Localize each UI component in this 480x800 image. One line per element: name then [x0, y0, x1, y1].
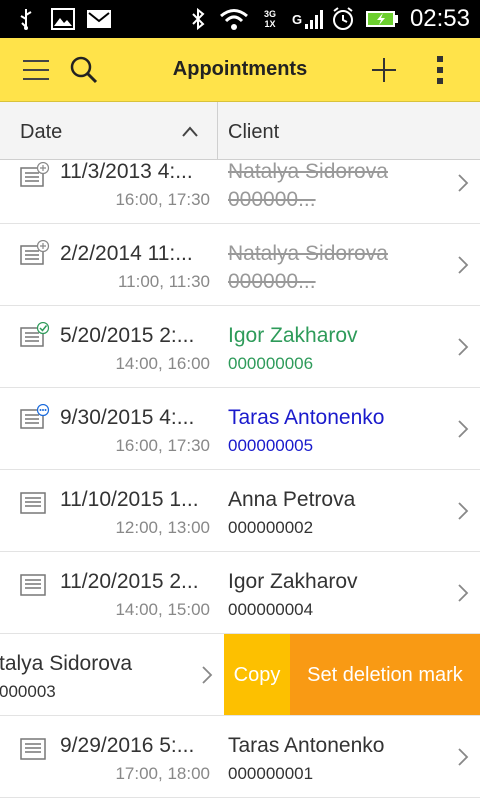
- document-add-icon: [20, 162, 50, 187]
- alarm-icon: [330, 6, 356, 32]
- list-item[interactable]: 2/2/2014 11:... 11:00, 11:30 Natalya Sid…: [0, 224, 480, 306]
- app-toolbar: Appointments: [0, 38, 480, 102]
- appointment-date: 11/20/2015 2...: [60, 570, 199, 593]
- client-number: 000000...: [228, 270, 316, 293]
- add-button[interactable]: [360, 46, 408, 94]
- client-number: 000000001: [228, 764, 314, 783]
- wifi-icon: [218, 6, 250, 32]
- list-item[interactable]: 9/29/2016 5:... 17:00, 18:00 Taras Anton…: [0, 716, 480, 798]
- appointment-time: 16:00, 17:30: [115, 190, 210, 209]
- status-bar: 3G 1X G 02:53: [0, 0, 480, 38]
- search-button[interactable]: [60, 46, 108, 94]
- set-deletion-mark-button[interactable]: Set deletion mark: [290, 634, 480, 715]
- chevron-right-icon: [458, 502, 469, 520]
- appointment-date: 9/29/2016 5:...: [60, 734, 195, 757]
- appointment-time: 16:00, 17:30: [115, 436, 210, 455]
- appointment-date: 9/30/2015 4:...: [60, 406, 195, 429]
- g-label: G: [291, 11, 303, 27]
- copy-button[interactable]: Copy: [224, 634, 290, 715]
- appointments-list: 11/3/2013 4:... 16:00, 17:30 Natalya Sid…: [0, 160, 480, 800]
- client-number: 000000005: [228, 436, 314, 455]
- client-name: Igor Zakharov: [228, 570, 358, 593]
- list-item[interactable]: 11/10/2015 1... 12:00, 13:00 Anna Petrov…: [0, 470, 480, 552]
- document-icon: [20, 492, 46, 514]
- list-item[interactable]: 5/20/2015 2:... 14:00, 16:00 Igor Zakhar…: [0, 306, 480, 388]
- usb-icon: [14, 6, 38, 32]
- appointment-date: 5/20/2015 2:...: [60, 324, 195, 347]
- sort-ascending-icon: [182, 126, 198, 137]
- document-add-icon: [20, 240, 50, 265]
- network-sub-label: 1X: [264, 19, 276, 29]
- battery-icon: [364, 6, 400, 32]
- date-column-header[interactable]: Date: [0, 102, 218, 160]
- appointment-time: 12:00, 13:00: [115, 518, 210, 537]
- document-dots-icon: [20, 404, 50, 429]
- search-icon: [70, 56, 98, 84]
- client-number: 000000004: [228, 600, 314, 619]
- mail-icon: [86, 6, 112, 32]
- more-options-button[interactable]: [416, 46, 464, 94]
- hamburger-icon: [23, 60, 49, 80]
- swiped-list-item: talya Sidorova 000003 Copy Set deletion …: [0, 634, 480, 716]
- image-icon: [50, 6, 76, 32]
- signal-icon: G: [290, 6, 326, 32]
- network-label: 3G: [263, 9, 276, 19]
- document-icon: [20, 738, 46, 760]
- document-check-icon: [20, 322, 50, 347]
- kebab-icon: [437, 56, 443, 84]
- list-item[interactable]: 11/20/2015 2... 14:00, 15:00 Igor Zakhar…: [0, 552, 480, 634]
- client-column-label[interactable]: Client: [228, 121, 279, 144]
- appointment-time: 17:00, 18:00: [115, 764, 210, 783]
- client-number: 000000002: [228, 518, 314, 537]
- status-time: 02:53: [409, 5, 470, 32]
- chevron-right-icon: [458, 338, 469, 356]
- appointment-date: 2/2/2014 11:...: [60, 242, 193, 265]
- date-column-label: Date: [20, 121, 63, 143]
- client-name: Natalya Sidorova: [228, 242, 388, 265]
- chevron-right-icon: [458, 584, 469, 602]
- page-title: Appointments: [172, 58, 308, 80]
- chevron-right-icon: [458, 174, 469, 192]
- client-name: Taras Antonenko: [228, 406, 385, 429]
- appointment-date: 11/3/2013 4:...: [60, 160, 193, 183]
- client-name: Igor Zakharov: [228, 324, 358, 347]
- appointment-date: 11/10/2015 1...: [60, 488, 199, 511]
- client-number: 000003: [0, 682, 56, 701]
- appointment-time: 14:00, 16:00: [115, 354, 210, 373]
- list-item[interactable]: 9/30/2015 4:... 16:00, 17:30 Taras Anton…: [0, 388, 480, 470]
- plus-icon: [372, 58, 396, 82]
- appointment-time: 14:00, 15:00: [115, 600, 210, 619]
- client-name: Natalya Sidorova: [228, 160, 388, 183]
- column-header: Date Client: [0, 102, 480, 160]
- document-icon: [20, 574, 46, 596]
- client-name: talya Sidorova: [0, 652, 133, 675]
- client-name: Taras Antonenko: [228, 734, 385, 757]
- chevron-right-icon: [458, 420, 469, 438]
- appointment-time: 11:00, 11:30: [117, 272, 210, 291]
- chevron-right-icon: [458, 256, 469, 274]
- client-number: 000000...: [228, 188, 316, 211]
- chevron-right-icon: [458, 748, 469, 766]
- client-name: Anna Petrova: [228, 488, 356, 511]
- client-number: 000000006: [228, 354, 314, 373]
- list-item[interactable]: 11/3/2013 4:... 16:00, 17:30 Natalya Sid…: [0, 160, 480, 224]
- menu-button[interactable]: [12, 46, 60, 94]
- network-indicator: 3G 1X: [256, 6, 284, 32]
- chevron-right-icon: [202, 666, 213, 684]
- bluetooth-icon: [188, 6, 208, 32]
- swiped-item-content[interactable]: talya Sidorova 000003: [0, 634, 224, 715]
